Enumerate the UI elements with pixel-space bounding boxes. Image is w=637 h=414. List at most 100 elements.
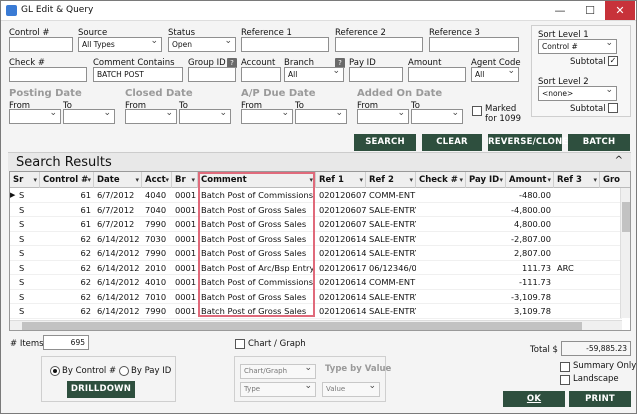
title-bar: GL Edit & Query — ☐ ✕ bbox=[1, 1, 636, 21]
vertical-scroll-thumb[interactable] bbox=[622, 202, 630, 232]
check-input[interactable] bbox=[9, 67, 87, 82]
column-filter-icon[interactable]: ▾ bbox=[409, 172, 413, 188]
batch-button[interactable]: BATCH bbox=[568, 134, 630, 151]
column-header-br[interactable]: Br ▾ bbox=[172, 172, 198, 188]
table-row[interactable]: S 62 6/14/2012 7990 0001 Batch Post of Gross … bbox=[10, 304, 622, 319]
by-payid-radio[interactable] bbox=[119, 366, 129, 376]
column-header-gro[interactable]: Gro bbox=[600, 172, 630, 188]
reference2-input[interactable] bbox=[335, 37, 423, 52]
summary-only-checkbox[interactable] bbox=[560, 362, 570, 372]
cell-date: 6/14/2012 bbox=[97, 291, 140, 302]
table-row[interactable]: ▶ S 61 6/7/2012 4040 0001 Batch Post of Commis… bbox=[10, 188, 622, 203]
total-label: Total $ bbox=[530, 345, 558, 355]
column-header-pay-id[interactable]: Pay ID ▾ bbox=[466, 172, 506, 188]
clear-button[interactable]: CLEAR bbox=[422, 134, 482, 151]
cell-control: 62 bbox=[80, 277, 91, 287]
added-to-input[interactable] bbox=[411, 109, 463, 124]
table-row[interactable]: S 62 6/14/2012 4010 0001 Batch Post of Commis… bbox=[10, 275, 622, 290]
ok-button[interactable]: OK bbox=[503, 391, 565, 407]
chart-value-select[interactable]: Value bbox=[322, 380, 380, 397]
sort-level2-select[interactable]: <none> bbox=[538, 86, 617, 101]
column-filter-icon[interactable]: ▾ bbox=[359, 172, 363, 188]
subtotal2-checkbox[interactable] bbox=[608, 103, 618, 113]
ap-from-input[interactable] bbox=[241, 109, 293, 124]
cell-pay-id bbox=[466, 232, 506, 246]
group-id-input[interactable] bbox=[188, 67, 236, 82]
payid-input[interactable] bbox=[349, 67, 403, 82]
column-filter-icon[interactable]: ▾ bbox=[459, 172, 463, 188]
ap-to-input[interactable] bbox=[295, 109, 347, 124]
print-button[interactable]: PRINT bbox=[569, 391, 631, 407]
column-header-acct[interactable]: Acct ▾ bbox=[142, 172, 172, 188]
added-from-input[interactable] bbox=[357, 109, 409, 124]
branch-select[interactable]: All bbox=[284, 67, 344, 82]
column-filter-icon[interactable]: ▾ bbox=[87, 172, 91, 188]
agent-code-select[interactable]: All bbox=[471, 67, 519, 82]
posting-from-input[interactable] bbox=[9, 109, 61, 124]
maximize-button[interactable]: ☐ bbox=[575, 1, 605, 20]
reverse-clone-button[interactable]: REVERSE/CLONE bbox=[488, 134, 568, 151]
cell-date: 6/7/2012 bbox=[97, 190, 135, 200]
landscape-checkbox[interactable] bbox=[560, 375, 570, 385]
reference3-input[interactable] bbox=[429, 37, 519, 52]
minimize-button[interactable]: — bbox=[545, 1, 575, 20]
chart-graph-checkbox[interactable] bbox=[235, 339, 245, 349]
collapse-icon[interactable]: ^ bbox=[615, 155, 623, 166]
column-header-check[interactable]: Check # ▾ bbox=[416, 172, 466, 188]
cell-acct: 7990 bbox=[145, 248, 167, 258]
table-row[interactable]: S 62 6/14/2012 7030 0001 Batch Post of Gross … bbox=[10, 232, 622, 246]
chart-type-select[interactable]: Type bbox=[240, 380, 316, 397]
amount-input[interactable] bbox=[408, 67, 466, 82]
horizontal-scrollbar[interactable] bbox=[10, 320, 622, 330]
closed-to-input[interactable] bbox=[179, 109, 231, 124]
column-header-date[interactable]: Date ▾ bbox=[94, 172, 142, 188]
drilldown-button[interactable]: DRILLDOWN bbox=[67, 381, 135, 398]
column-header-ref-2[interactable]: Ref 2 ▾ bbox=[366, 172, 416, 188]
table-row[interactable]: S 61 6/7/2012 7040 0001 Batch Post of Gross S… bbox=[10, 203, 622, 217]
chart-graph-select[interactable]: Chart/Graph bbox=[240, 362, 316, 379]
cell-pay-id bbox=[466, 188, 506, 202]
horizontal-scroll-thumb[interactable] bbox=[22, 322, 582, 330]
subtotal1-checkbox[interactable]: ✓ bbox=[608, 56, 618, 66]
cell-ref-2: COMM-ENT bbox=[369, 190, 416, 200]
column-filter-icon[interactable]: ▾ bbox=[165, 172, 169, 188]
items-count: 695 bbox=[43, 335, 89, 350]
column-header-amount[interactable]: Amount ▾ bbox=[506, 172, 554, 188]
table-row[interactable]: S 62 6/14/2012 7010 0001 Batch Post of Gross … bbox=[10, 290, 622, 304]
column-header-control[interactable]: Control # ▾ bbox=[40, 172, 94, 188]
account-input[interactable] bbox=[241, 67, 281, 82]
cell-pay-id bbox=[466, 304, 506, 318]
cell-date: 6/14/2012 bbox=[97, 277, 140, 287]
column-header-sr[interactable]: Sr ▾ bbox=[10, 172, 40, 188]
column-filter-icon[interactable]: ▾ bbox=[309, 172, 313, 188]
comment-contains-input[interactable]: BATCH POST bbox=[93, 67, 183, 82]
column-filter-icon[interactable]: ▾ bbox=[191, 172, 195, 188]
ap-due-date-label: A/P Due Date bbox=[241, 88, 316, 99]
column-filter-icon[interactable]: ▾ bbox=[547, 172, 551, 188]
sort-level1-select[interactable]: Control # bbox=[538, 39, 617, 54]
column-filter-icon[interactable]: ▾ bbox=[33, 172, 37, 188]
table-row[interactable]: S 62 6/14/2012 2010 0001 Batch Post of Arc/Bs… bbox=[10, 261, 622, 275]
close-button[interactable]: ✕ bbox=[605, 1, 635, 20]
column-header-comment[interactable]: Comment ▾ bbox=[198, 172, 316, 188]
marked-1099-checkbox[interactable] bbox=[472, 106, 482, 116]
control-input[interactable] bbox=[9, 37, 73, 52]
column-filter-icon[interactable]: ▾ bbox=[135, 172, 139, 188]
cell-check bbox=[416, 304, 466, 318]
search-button[interactable]: SEARCH bbox=[354, 134, 416, 151]
table-row[interactable]: S 62 6/14/2012 7990 0001 Batch Post of Gross … bbox=[10, 246, 622, 261]
total-value: -59,885.23 bbox=[561, 341, 631, 356]
column-header-ref-3[interactable]: Ref 3 ▾ bbox=[554, 172, 600, 188]
table-row[interactable]: S 61 6/7/2012 7990 0001 Batch Post of Gross S… bbox=[10, 217, 622, 232]
reference1-input[interactable] bbox=[241, 37, 329, 52]
column-filter-icon[interactable]: ▾ bbox=[593, 172, 597, 188]
cell-amount: 111.73 bbox=[521, 262, 551, 273]
posting-to-input[interactable] bbox=[63, 109, 115, 124]
status-select[interactable]: Open bbox=[168, 37, 236, 52]
closed-from-input[interactable] bbox=[125, 109, 177, 124]
source-select[interactable]: All Types bbox=[78, 37, 162, 52]
vertical-scrollbar[interactable] bbox=[620, 188, 630, 318]
column-filter-icon[interactable]: ▾ bbox=[499, 172, 503, 188]
column-header-ref-1[interactable]: Ref 1 ▾ bbox=[316, 172, 366, 188]
by-control-radio[interactable] bbox=[50, 366, 60, 376]
